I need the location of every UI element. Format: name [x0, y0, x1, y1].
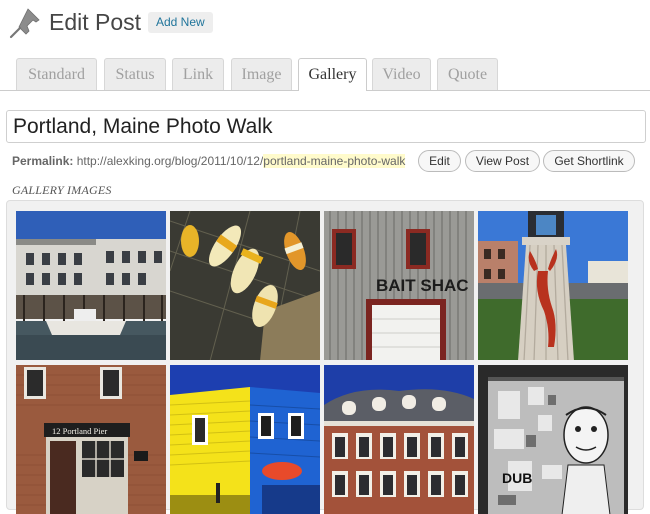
portland-pier-sign-text: 12 Portland Pier: [52, 426, 107, 436]
yellow-blue-houses-image: [170, 365, 320, 514]
bw-posters-image: DUB: [478, 365, 628, 514]
gallery-images-heading: Gallery Images: [12, 183, 112, 197]
lobster-buoys-image: [170, 211, 320, 360]
bait-shack-sign-text: BAIT SHAC: [376, 276, 469, 295]
portland-pier-image: 12 Portland Pier: [16, 365, 166, 514]
gallery-thumb-yellow-blue-houses[interactable]: [170, 365, 320, 514]
gallery-thumb-bw-posters[interactable]: DUB: [478, 365, 628, 514]
gallery-thumb-lobster-buoys[interactable]: [170, 211, 320, 360]
view-post-button[interactable]: View Post: [465, 150, 540, 172]
permalink-label: Permalink:: [12, 154, 74, 168]
bw-posters-sign-text: DUB: [502, 470, 532, 486]
gallery-thumb-victorian-facade[interactable]: [324, 365, 474, 514]
page-title: Edit Post: [49, 9, 142, 35]
tab-image[interactable]: Image: [231, 58, 292, 90]
permalink-base-url: http://alexking.org/blog/2011/10/12/: [76, 154, 264, 168]
gallery-thumb-portland-pier[interactable]: 12 Portland Pier: [16, 365, 166, 514]
lobster-lighthouse-image: [478, 211, 628, 360]
get-shortlink-button[interactable]: Get Shortlink: [543, 150, 635, 172]
gallery-thumb-bait-shack[interactable]: BAIT SHAC: [324, 211, 474, 360]
page-header: Edit Post Add New: [0, 0, 650, 50]
gallery-thumb-lobster-lighthouse[interactable]: [478, 211, 628, 360]
tab-status[interactable]: Status: [104, 58, 166, 90]
gallery-images-box: BAIT SHAC 12 Portland Pier DUB: [6, 200, 644, 514]
post-title-input[interactable]: Portland, Maine Photo Walk: [6, 110, 646, 143]
tab-gallery[interactable]: Gallery: [298, 58, 367, 91]
wharf-buildings-image: [16, 211, 166, 360]
tab-standard[interactable]: Standard: [16, 58, 97, 90]
tab-quote[interactable]: Quote: [437, 58, 498, 90]
pushpin-icon: [9, 8, 40, 39]
post-format-tabs: Standard Status Link Image Gallery Video…: [0, 58, 650, 91]
bait-shack-image: BAIT SHAC: [324, 211, 474, 360]
add-new-button[interactable]: Add New: [148, 12, 213, 33]
gallery-thumb-wharf-buildings[interactable]: [16, 211, 166, 360]
edit-permalink-button[interactable]: Edit: [418, 150, 461, 172]
victorian-facade-image: [324, 365, 474, 514]
permalink-slug[interactable]: portland-maine-photo-walk: [263, 154, 406, 168]
tab-video[interactable]: Video: [372, 58, 431, 90]
tab-link[interactable]: Link: [172, 58, 224, 90]
